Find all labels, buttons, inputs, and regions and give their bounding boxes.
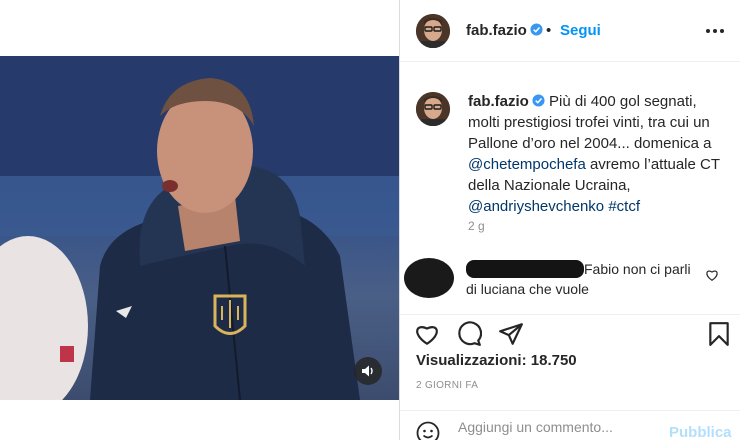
views-count[interactable]: Visualizzazioni: 18.750 [416,352,577,369]
post-video[interactable] [0,56,399,400]
follow-button[interactable]: Segui [560,22,601,39]
hashtag-ctcf[interactable]: #ctcf [608,198,640,215]
mention-chetempochefa[interactable]: @chetempochefa [468,156,586,173]
caption-timestamp[interactable]: 2 g [468,219,485,233]
bookmark-icon[interactable] [706,321,732,347]
verified-badge-icon [530,23,543,36]
caption-avatar[interactable] [416,92,450,126]
heart-icon[interactable] [414,321,440,347]
comment-avatar-redacted [404,258,454,298]
caption-username[interactable]: fab.fazio [468,93,529,110]
more-options-icon[interactable] [704,20,726,42]
comment-item: Fabio non ci parli di luciana che vuole [400,250,740,302]
comment-icon[interactable] [456,321,482,347]
comment-input[interactable] [458,419,658,435]
author-avatar[interactable] [416,14,450,48]
verified-badge-icon [532,94,545,107]
header-separator: • [546,22,552,39]
add-comment-bar: Pubblica [400,410,740,440]
views-label: Visualizzazioni: [416,352,527,369]
comment-like-icon[interactable] [705,268,719,282]
speaker-icon [362,365,373,377]
action-bar [400,314,740,350]
video-frame [0,56,399,400]
publish-button[interactable]: Pubblica [669,424,732,440]
comment-text: Fabio non ci parli di luciana che vuole [466,261,691,297]
post-header: fab.fazio • Segui [400,0,740,62]
sound-toggle-button[interactable] [354,357,382,385]
post-date[interactable]: 2 GIORNI FA [416,380,478,391]
author-username-text[interactable]: fab.fazio [466,22,527,39]
author-username[interactable]: fab.fazio [466,22,543,39]
views-number: 18.750 [530,352,577,369]
share-icon[interactable] [498,321,524,347]
media-pane [0,0,399,440]
mention-andriyshevchenko[interactable]: @andriyshevchenko [468,198,604,215]
emoji-icon[interactable] [416,421,440,440]
caption-text: fab.fazio Più di 400 gol segnati, molti … [468,91,730,217]
post-details: fab.fazio • Segui fab.fazio Più di 400 g… [400,0,740,440]
